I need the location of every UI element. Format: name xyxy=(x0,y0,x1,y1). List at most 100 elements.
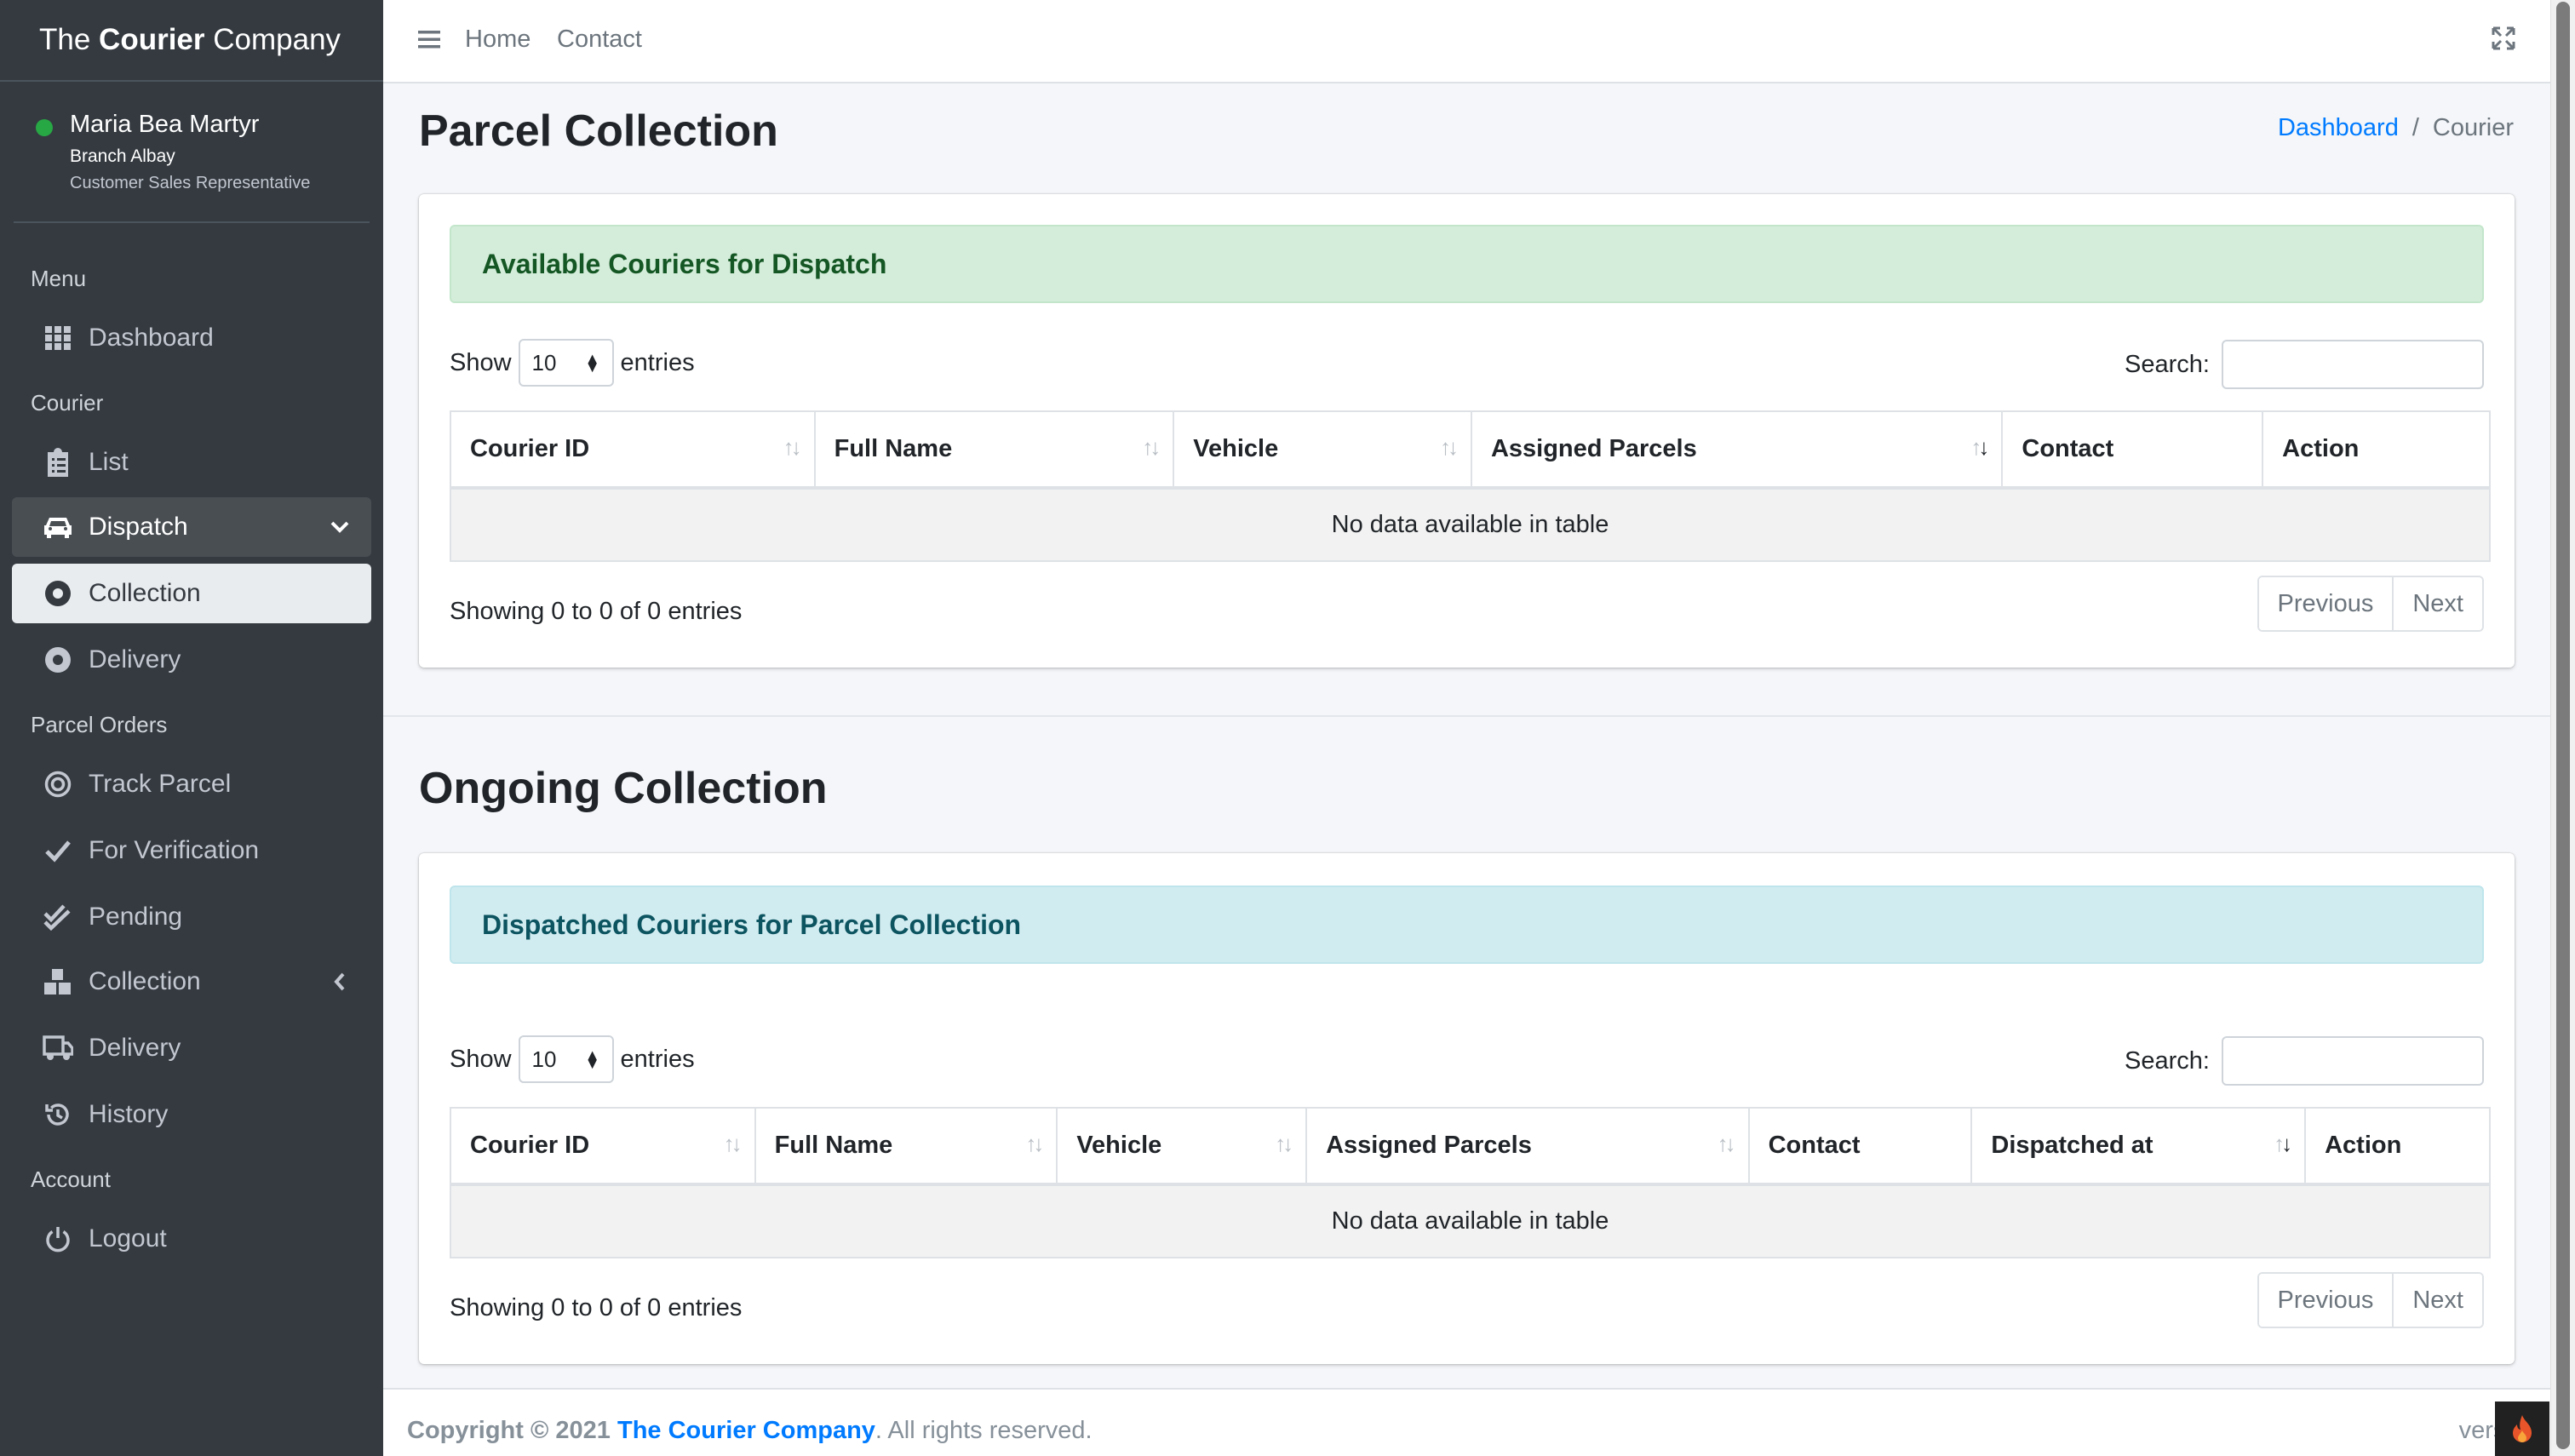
search-input[interactable] xyxy=(2222,340,2484,389)
show-label: Show xyxy=(450,1045,512,1073)
sort-icon: ↑↓ xyxy=(1025,1131,1044,1156)
car-icon xyxy=(43,512,73,542)
sidebar-item-label: Dashboard xyxy=(89,324,214,352)
brand-logo[interactable]: The Courier Company xyxy=(0,0,383,82)
nav-header-account: Account xyxy=(31,1167,111,1192)
sort-desc-icon: ↑↓ xyxy=(1970,434,1989,460)
fullscreen-expand-icon[interactable] xyxy=(2491,26,2516,51)
page-title: Parcel Collection xyxy=(419,106,778,156)
breadcrumb-current: Courier xyxy=(2432,114,2514,141)
column-header-full-name[interactable]: Full Name ↑↓ xyxy=(813,410,1175,490)
available-couriers-table: Courier ID ↑↓ Full Name ↑↓ Vehicle ↑↓ Assig… xyxy=(450,410,2491,562)
user-panel: Maria Bea Martyr Branch Albay Customer S… xyxy=(0,94,383,223)
sidebar-item-label: History xyxy=(89,1100,169,1128)
column-header-vehicle[interactable]: Vehicle ↑↓ xyxy=(1173,410,1472,490)
bullseye-icon xyxy=(43,769,73,800)
dispatched-couriers-alert: Dispatched Couriers for Parcel Collectio… xyxy=(450,886,2484,964)
power-off-icon xyxy=(43,1224,73,1254)
sidebar-item-label: Delivery xyxy=(89,645,181,674)
sort-icon: ↑↓ xyxy=(783,434,802,460)
entries-length-select[interactable]: 10 ▲ ▼ xyxy=(518,1035,614,1083)
sidebar-item-orders-collection[interactable]: Collection xyxy=(12,952,371,1012)
table-header-row: Courier ID ↑↓ Full Name ↑↓ Vehicle ↑↓ Assig… xyxy=(450,1107,2491,1186)
user-name[interactable]: Maria Bea Martyr xyxy=(70,111,259,139)
entries-label: entries xyxy=(620,1045,695,1073)
sidebar-item-history[interactable]: History xyxy=(12,1085,371,1144)
chevron-down-icon xyxy=(327,521,353,533)
pagination: Previous Next xyxy=(2257,1272,2484,1328)
column-header-assigned-parcels[interactable]: Assigned Parcels ↑↓ xyxy=(1470,410,2004,490)
dispatched-couriers-card: Dispatched Couriers for Parcel Collectio… xyxy=(419,853,2515,1364)
table-row: No data available in table xyxy=(450,487,2491,562)
available-couriers-card: Available Couriers for Dispatch Show 10 … xyxy=(419,194,2515,668)
table-info: Showing 0 to 0 of 0 entries xyxy=(450,598,743,625)
footer-company-link[interactable]: The Courier Company xyxy=(617,1417,875,1444)
brand-bold: Courier xyxy=(99,23,205,56)
pagination-next-button[interactable]: Next xyxy=(2392,1274,2482,1327)
truck-icon xyxy=(43,1033,73,1063)
sidebar-item-list[interactable]: List xyxy=(12,433,371,492)
sort-icon: ↑↓ xyxy=(1717,1131,1736,1156)
show-label: Show xyxy=(450,348,512,376)
dot-circle-icon xyxy=(43,645,73,675)
hamburger-menu-icon[interactable] xyxy=(417,27,441,51)
sort-icon: ↑↓ xyxy=(1142,434,1161,460)
sidebar-item-label: Dispatch xyxy=(89,513,188,541)
section-title-ongoing-collection: Ongoing Collection xyxy=(419,764,828,813)
chevron-left-icon xyxy=(327,972,353,991)
pagination-next-button[interactable]: Next xyxy=(2392,577,2482,630)
copyright-text: Copyright © 2021 xyxy=(407,1417,617,1444)
nav-link-home[interactable]: Home xyxy=(465,26,530,54)
column-header-action: Action xyxy=(2304,1107,2491,1186)
check-double-icon xyxy=(43,902,73,932)
scrollbar-thumb[interactable] xyxy=(2556,2,2570,1449)
column-header-action: Action xyxy=(2262,410,2491,490)
check-icon xyxy=(43,835,73,866)
nav-header-courier: Courier xyxy=(31,390,104,416)
column-header-courier-id[interactable]: Courier ID ↑↓ xyxy=(450,1107,756,1186)
sidebar-item-label: Delivery xyxy=(89,1034,181,1062)
nav-header-menu: Menu xyxy=(31,266,87,291)
column-header-full-name[interactable]: Full Name ↑↓ xyxy=(754,1107,1058,1186)
footer-copyright: Copyright © 2021 The Courier Company. Al… xyxy=(407,1417,1093,1445)
fire-icon[interactable] xyxy=(2495,1402,2549,1456)
sidebar-item-collection[interactable]: Collection xyxy=(12,564,371,623)
sidebar-item-label: List xyxy=(89,448,129,476)
sidebar-item-label: For Verification xyxy=(89,836,260,864)
dispatched-couriers-table: Courier ID ↑↓ Full Name ↑↓ Vehicle ↑↓ Assig… xyxy=(450,1107,2491,1258)
sidebar-item-pending[interactable]: Pending xyxy=(12,887,371,947)
vertical-scrollbar[interactable] xyxy=(2550,0,2575,1456)
sidebar-item-delivery[interactable]: Delivery xyxy=(12,630,371,690)
sidebar-item-logout[interactable]: Logout xyxy=(12,1209,371,1269)
column-header-vehicle[interactable]: Vehicle ↑↓ xyxy=(1056,1107,1308,1186)
entries-length-select[interactable]: 10 ▲ ▼ xyxy=(518,339,614,387)
sidebar-item-orders-delivery[interactable]: Delivery xyxy=(12,1018,371,1078)
clipboard-list-icon xyxy=(43,447,73,478)
sidebar-item-dashboard[interactable]: Dashboard xyxy=(12,308,371,368)
sidebar-item-label: Collection xyxy=(89,967,201,995)
sort-icon: ↑↓ xyxy=(1439,434,1459,460)
sidebar-item-track-parcel[interactable]: Track Parcel xyxy=(12,754,371,814)
column-header-assigned-parcels[interactable]: Assigned Parcels ↑↓ xyxy=(1305,1107,1750,1186)
search-input[interactable] xyxy=(2222,1036,2484,1086)
sidebar-item-label: Collection xyxy=(89,579,201,607)
search-label: Search: xyxy=(2125,1046,2210,1075)
nav-link-contact[interactable]: Contact xyxy=(557,26,642,54)
history-icon xyxy=(43,1099,73,1130)
user-role: Customer Sales Representative xyxy=(70,174,311,192)
pagination-previous-button[interactable]: Previous xyxy=(2258,577,2393,630)
breadcrumb-dashboard-link[interactable]: Dashboard xyxy=(2278,114,2399,142)
table-row: No data available in table xyxy=(450,1184,2491,1258)
pagination-previous-button[interactable]: Previous xyxy=(2258,1274,2393,1327)
nav-header-parcel-orders: Parcel Orders xyxy=(31,712,168,737)
sidebar-item-dispatch[interactable]: Dispatch xyxy=(12,497,371,557)
column-header-contact: Contact xyxy=(2001,410,2264,490)
pagination: Previous Next xyxy=(2257,576,2484,632)
available-couriers-alert: Available Couriers for Dispatch xyxy=(450,225,2484,303)
column-header-contact: Contact xyxy=(1747,1107,1973,1186)
sidebar-item-for-verification[interactable]: For Verification xyxy=(12,821,371,880)
column-header-dispatched-at[interactable]: Dispatched at ↑↓ xyxy=(1970,1107,2307,1186)
rights-text: . All rights reserved. xyxy=(875,1417,1093,1444)
column-header-courier-id[interactable]: Courier ID ↑↓ xyxy=(450,410,816,490)
search-label: Search: xyxy=(2125,350,2210,378)
